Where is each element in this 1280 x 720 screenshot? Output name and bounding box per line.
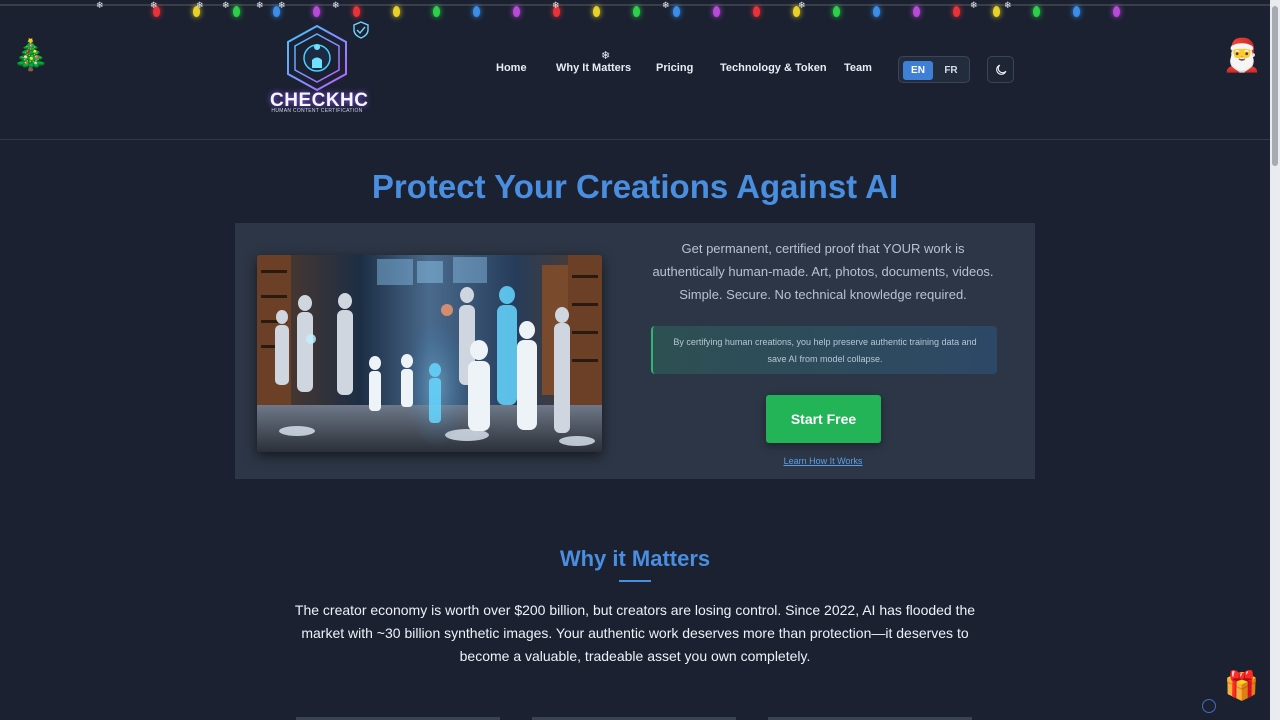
- hero-description: Get permanent, certified proof that YOUR…: [652, 241, 994, 302]
- lang-en-button[interactable]: EN: [903, 61, 933, 80]
- language-switcher: EN FR: [898, 56, 970, 83]
- gift-icon[interactable]: 🎁: [1224, 669, 1259, 702]
- moon-icon: [996, 64, 1007, 75]
- nav-team[interactable]: Team: [844, 62, 872, 74]
- site-header: 🎄 CHECKHC HUMAN CONTENT CERTIFICATION Ho…: [0, 0, 1270, 140]
- model-collapse-note: By certifying human creations, you help …: [651, 326, 997, 374]
- santa-icon: 🎅: [1222, 37, 1262, 73]
- section-underline: [619, 580, 651, 582]
- start-free-button[interactable]: Start Free: [766, 395, 881, 443]
- hero-title: Protect Your Creations Against AI: [371, 168, 899, 205]
- nav-technology-token[interactable]: Technology & Token: [720, 62, 827, 74]
- hero-illustration: [257, 255, 602, 452]
- scrollbar-thumb[interactable]: [1272, 6, 1278, 166]
- theme-toggle-button[interactable]: [987, 56, 1014, 83]
- christmas-tree-icon: 🎄: [12, 39, 50, 72]
- snowflake-icon: ❄: [601, 50, 611, 62]
- help-widget-icon[interactable]: [1202, 699, 1216, 713]
- why-it-matters-text: The creator economy is worth over $200 b…: [294, 602, 976, 664]
- hero-card: Get permanent, certified proof that YOUR…: [235, 223, 1035, 479]
- nav-home[interactable]: Home: [496, 62, 527, 74]
- page-scrollbar[interactable]: [1270, 0, 1280, 720]
- nav-why-it-matters[interactable]: Why It Matters: [556, 62, 631, 74]
- lang-fr-button[interactable]: FR: [936, 61, 966, 80]
- nav-pricing[interactable]: Pricing: [656, 62, 693, 74]
- why-it-matters-title: Why it Matters: [559, 546, 711, 571]
- brand-tagline: HUMAN CONTENT CERTIFICATION: [271, 108, 363, 114]
- learn-how-it-works-link[interactable]: Learn How It Works: [763, 456, 883, 466]
